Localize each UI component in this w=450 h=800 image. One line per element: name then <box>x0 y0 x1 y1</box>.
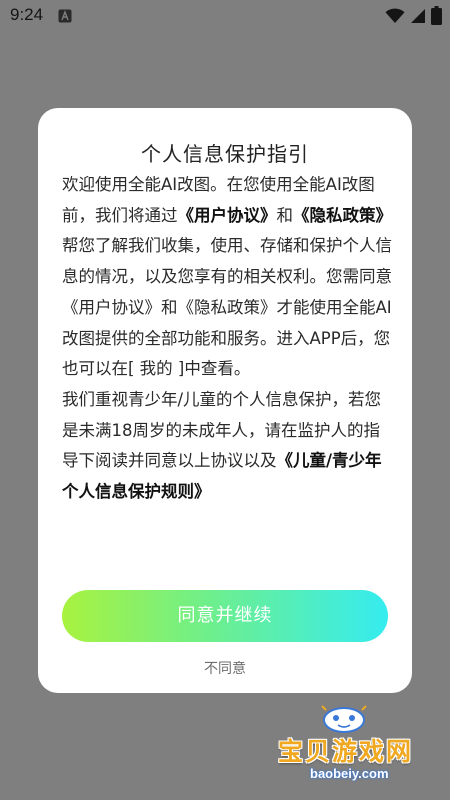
dialog-body: 欢迎使用全能AI改图。在您使用全能AI改图前，我们将通过《用户协议》和《隐私政策… <box>62 170 392 508</box>
wifi-icon <box>385 8 405 23</box>
app-notification-icon <box>58 9 72 23</box>
privacy-dialog: 个人信息保护指引 欢迎使用全能AI改图。在您使用全能AI改图前，我们将通过《用户… <box>38 108 412 693</box>
disagree-button[interactable]: 不同意 <box>38 658 412 678</box>
watermark-en-text: baobeiy.com <box>310 766 389 781</box>
game-controller-mascot-icon <box>321 705 367 733</box>
privacy-policy-link[interactable]: 《隐私政策》 <box>293 206 392 225</box>
status-bar: 9:24 <box>0 0 450 32</box>
intro-text-3: 帮您了解我们收集，使用、存储和保护个人信息的情况，以及您享有的相关权利。您需同意… <box>62 236 392 379</box>
dialog-title: 个人信息保护指引 <box>141 142 309 166</box>
intro-text-2: 和 <box>276 205 294 225</box>
intro-paragraph: 欢迎使用全能AI改图。在您使用全能AI改图前，我们将通过《用户协议》和《隐私政策… <box>62 170 392 385</box>
agree-continue-button[interactable]: 同意并继续 <box>62 590 388 642</box>
minor-paragraph: 我们重视青少年/儿童的个人信息保护，若您是未满18周岁的未成年人，请在监护人的指… <box>62 385 392 508</box>
watermark: 宝贝游戏网 baobeiy.com <box>270 700 440 790</box>
user-agreement-link[interactable]: 《用户协议》 <box>178 206 277 225</box>
watermark-cn-text: 宝贝游戏网 <box>278 737 414 766</box>
battery-icon <box>431 6 442 25</box>
cellular-signal-icon <box>411 9 425 23</box>
status-time: 9:24 <box>10 5 44 24</box>
